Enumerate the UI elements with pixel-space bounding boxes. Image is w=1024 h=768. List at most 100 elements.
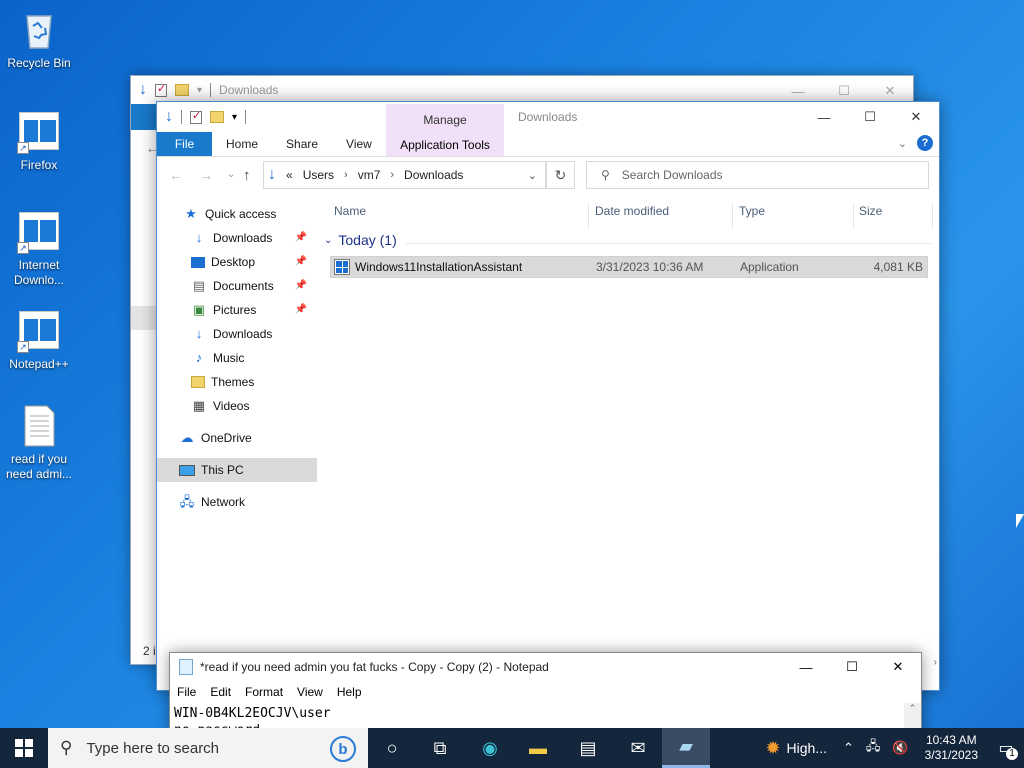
- pin-icon: 📌: [294, 256, 307, 267]
- help-icon[interactable]: ?: [917, 135, 933, 151]
- task-view-icon[interactable]: ⧉: [416, 728, 464, 768]
- file-list[interactable]: Name Date modified Type Size ⌄ Today (1)…: [322, 198, 939, 690]
- tab-home[interactable]: Home: [212, 132, 272, 156]
- menu-file[interactable]: File: [177, 685, 196, 699]
- desktop-icon-firefox[interactable]: ↗ Firefox: [3, 110, 75, 173]
- close-button[interactable]: ✕: [875, 653, 921, 681]
- desktop-icon-label: read if you need admi...: [5, 452, 73, 481]
- shortcut-arrow-icon: ↗: [17, 341, 29, 353]
- nav-this-pc[interactable]: This PC: [157, 458, 317, 482]
- up-arrow-icon[interactable]: ↑: [243, 167, 251, 184]
- breadcrumb-users[interactable]: Users: [303, 168, 334, 182]
- chevron-down-icon: ⌄: [324, 234, 333, 246]
- menu-edit[interactable]: Edit: [210, 685, 231, 699]
- title-bar[interactable]: ↓ ▾ Downloads — ☐ ✕: [157, 102, 939, 132]
- nav-item-desktop[interactable]: Desktop 📌: [157, 250, 317, 274]
- scroll-up-icon[interactable]: ⌃: [904, 703, 921, 714]
- start-button[interactable]: [0, 728, 48, 768]
- notepad-taskbar-icon[interactable]: ▰: [662, 728, 710, 768]
- address-bar[interactable]: ↓ « Users › vm7 › Downloads ⌄: [263, 161, 546, 189]
- nav-item-documents[interactable]: ▤ Documents 📌: [157, 274, 317, 298]
- chevron-right-icon[interactable]: ›: [344, 169, 348, 181]
- back-arrow-icon[interactable]: ←: [169, 167, 183, 183]
- nav-item-music[interactable]: ♪ Music: [157, 346, 317, 370]
- tab-view[interactable]: View: [332, 132, 386, 156]
- shortcut-arrow-icon: ↗: [17, 242, 29, 254]
- cortana-icon[interactable]: ○: [368, 728, 416, 768]
- maximize-button[interactable]: ☐: [847, 102, 893, 132]
- minimize-button[interactable]: —: [783, 653, 829, 681]
- desktop-icon-internet-download[interactable]: ↗ Internet Downlo...: [3, 210, 75, 288]
- volume-muted-icon[interactable]: 🔇: [892, 740, 908, 756]
- taskbar: ⚲ Type here to search b ○ ⧉ ◉ ▬ ▤ ✉ ▰ ✹ …: [0, 728, 1024, 768]
- system-tray: ✹ High... ⌃ 🖧 🔇 10:43 AM 3/31/2023 ▭ 1: [765, 728, 1024, 768]
- nav-quick-access[interactable]: ★ Quick access: [157, 202, 317, 226]
- search-input[interactable]: ⚲ Search Downloads: [586, 161, 929, 189]
- clock[interactable]: 10:43 AM 3/31/2023: [925, 733, 978, 763]
- column-header-type[interactable]: Type: [739, 204, 765, 218]
- desktop-icon-notepadpp[interactable]: ↗ Notepad++: [3, 309, 75, 372]
- recent-locations-icon[interactable]: ⌄: [227, 169, 235, 180]
- close-button[interactable]: ✕: [893, 102, 939, 132]
- nav-network[interactable]: 🖧 Network: [157, 490, 317, 514]
- notepad-icon: [179, 659, 193, 675]
- desktop-icon-text-file[interactable]: read if you need admi...: [3, 404, 75, 482]
- chevron-down-icon[interactable]: ⌄: [528, 169, 537, 182]
- cloud-icon: ☁: [180, 430, 194, 445]
- group-header-today[interactable]: ⌄ Today (1): [324, 232, 397, 248]
- taskbar-search[interactable]: ⚲ Type here to search b: [48, 728, 368, 768]
- network-icon[interactable]: 🖧: [866, 737, 881, 759]
- column-header-name[interactable]: Name: [334, 204, 366, 218]
- nav-item-pictures[interactable]: ▣ Pictures 📌: [157, 298, 317, 322]
- desktop-icon-recycle-bin[interactable]: Recycle Bin: [3, 8, 75, 71]
- edge-icon[interactable]: ◉: [466, 728, 514, 768]
- notifications-button[interactable]: ▭ 1: [988, 728, 1024, 768]
- scroll-right-icon[interactable]: ›: [934, 657, 937, 668]
- forward-arrow-icon[interactable]: →: [199, 167, 213, 183]
- chevron-up-icon[interactable]: ⌃: [843, 740, 854, 756]
- clock-date: 3/31/2023: [924, 748, 978, 762]
- nav-item-downloads-2[interactable]: ↓ Downloads: [157, 322, 317, 346]
- mail-icon[interactable]: ✉: [614, 728, 662, 768]
- column-header-date[interactable]: Date modified: [595, 204, 669, 218]
- pin-icon: 📌: [294, 280, 307, 291]
- nav-item-downloads[interactable]: ↓ Downloads 📌: [157, 226, 317, 250]
- maximize-button[interactable]: ☐: [829, 653, 875, 681]
- breadcrumb-downloads[interactable]: Downloads: [404, 168, 463, 182]
- explorer-window[interactable]: Manage Application Tools ↓ ▾ Downloads —…: [156, 101, 940, 691]
- title-bar[interactable]: ↓ ▾ Downloads — ☐ ✕: [131, 76, 913, 104]
- file-tab[interactable]: [131, 104, 158, 130]
- chevron-right-icon[interactable]: ›: [390, 169, 394, 181]
- weather-widget[interactable]: ✹ High...: [765, 738, 827, 759]
- new-folder-icon[interactable]: [210, 111, 224, 123]
- breadcrumb-vm7[interactable]: vm7: [358, 168, 381, 182]
- tab-file[interactable]: File: [157, 132, 212, 156]
- folder-icon: [191, 376, 205, 388]
- file-explorer-icon[interactable]: ▬: [514, 728, 562, 768]
- menu-view[interactable]: View: [297, 685, 323, 699]
- properties-icon[interactable]: [190, 109, 202, 124]
- nav-item-videos[interactable]: ▦ Videos: [157, 394, 317, 418]
- tab-share[interactable]: Share: [272, 132, 332, 156]
- menu-help[interactable]: Help: [337, 685, 362, 699]
- breadcrumb-prefix[interactable]: «: [286, 168, 293, 182]
- documents-icon: ▤: [192, 278, 206, 293]
- notepadpp-shortcut-icon: ↗: [17, 309, 61, 353]
- expand-ribbon-icon[interactable]: ⌄: [898, 137, 907, 150]
- nav-item-themes[interactable]: Themes: [157, 370, 317, 394]
- store-icon[interactable]: ▤: [564, 728, 612, 768]
- star-icon: ★: [185, 206, 197, 221]
- column-header-size[interactable]: Size: [859, 204, 882, 218]
- download-icon: ↓: [195, 230, 203, 245]
- nav-onedrive[interactable]: ☁ OneDrive: [157, 426, 317, 450]
- chevron-down-icon[interactable]: ▾: [232, 112, 237, 123]
- refresh-button[interactable]: ↻: [546, 161, 575, 189]
- firefox-shortcut-icon: ↗: [17, 110, 61, 154]
- mouse-cursor: [1016, 514, 1024, 528]
- menu-format[interactable]: Format: [245, 685, 283, 699]
- desktop-icon-label: Recycle Bin: [7, 56, 71, 70]
- bing-icon[interactable]: b: [330, 736, 356, 762]
- table-row[interactable]: Windows11InstallationAssistant 3/31/2023…: [330, 256, 928, 278]
- desktop-icon-label: Notepad++: [9, 357, 69, 371]
- minimize-button[interactable]: —: [801, 102, 847, 132]
